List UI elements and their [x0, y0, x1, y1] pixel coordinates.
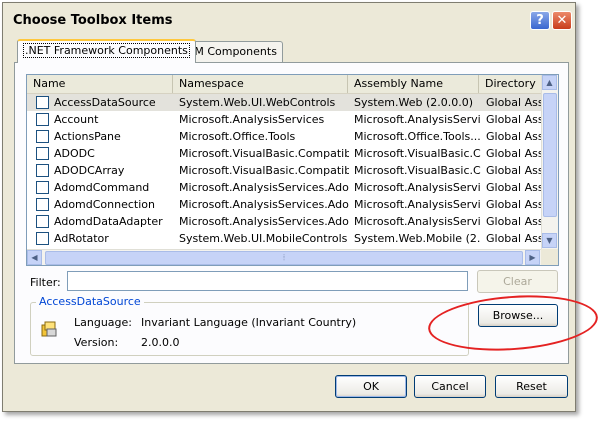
cell-directory: Global Ass: [486, 130, 541, 143]
column-header-name[interactable]: Name: [27, 75, 173, 93]
close-button[interactable]: ✕: [552, 11, 572, 30]
row-checkbox[interactable]: [36, 130, 49, 143]
cell-assembly: Microsoft.AnalysisServi...: [354, 215, 481, 228]
scroll-down-icon[interactable]: ▼: [542, 233, 557, 248]
row-checkbox[interactable]: [36, 198, 49, 211]
cell-directory: Global Ass: [486, 147, 541, 160]
components-list[interactable]: Name Namespace Assembly Name Directory A…: [26, 74, 559, 266]
scroll-up-icon[interactable]: ▲: [542, 75, 557, 90]
column-header-assembly-name[interactable]: Assembly Name: [348, 75, 479, 93]
cell-assembly: Microsoft.AnalysisServi...: [354, 181, 481, 194]
table-row[interactable]: ActionsPane Microsoft.Office.Tools Micro…: [27, 128, 541, 145]
cell-name: ActionsPane: [54, 130, 121, 143]
tab-label: .NET Framework Components: [23, 43, 190, 58]
filter-label: Filter:: [30, 276, 61, 289]
vertical-scroll-thumb[interactable]: [543, 93, 557, 217]
cell-namespace: Microsoft.AnalysisServices.Ado...: [179, 181, 349, 194]
column-header-directory[interactable]: Directory: [479, 75, 541, 93]
cell-namespace: Microsoft.AnalysisServices.Ado...: [179, 215, 349, 228]
cell-assembly: Microsoft.VisualBasic.C...: [354, 147, 481, 160]
vertical-scrollbar[interactable]: ▲ ▼: [541, 75, 558, 249]
horizontal-scrollbar[interactable]: ◀ ⦙ ▶: [27, 249, 541, 265]
cell-directory: Global Ass: [486, 232, 541, 245]
reset-button[interactable]: Reset: [495, 375, 568, 398]
cell-assembly: Microsoft.Office.Tools....: [354, 130, 481, 143]
cell-directory: Global Ass: [486, 198, 541, 211]
list-rows: AccessDataSource System.Web.UI.WebContro…: [27, 94, 541, 247]
table-row[interactable]: ADODCArray Microsoft.VisualBasic.Compati…: [27, 162, 541, 179]
cell-namespace: Microsoft.VisualBasic.Compatibi...: [179, 147, 349, 160]
ok-button[interactable]: OK: [335, 375, 407, 398]
cell-namespace: System.Web.UI.MobileControls: [179, 232, 348, 245]
version-label: Version:: [74, 336, 119, 349]
table-row[interactable]: AdRotator System.Web.UI.MobileControls S…: [27, 230, 541, 247]
help-button[interactable]: ?: [530, 11, 550, 30]
cell-directory: Global Ass: [486, 96, 541, 109]
language-label: Language:: [74, 316, 132, 329]
cell-name: Account: [54, 113, 99, 126]
column-header-namespace[interactable]: Namespace: [173, 75, 348, 93]
details-group-title: AccessDataSource: [36, 295, 144, 308]
row-checkbox[interactable]: [36, 113, 49, 126]
cell-directory: Global Ass: [486, 164, 541, 177]
tab-net-framework-components[interactable]: .NET Framework Components: [17, 39, 196, 63]
clear-button[interactable]: Clear: [477, 270, 558, 293]
cell-name: AdomdCommand: [54, 181, 150, 194]
table-row[interactable]: Account Microsoft.AnalysisServices Micro…: [27, 111, 541, 128]
cell-name: AdRotator: [54, 232, 109, 245]
title-bar: Choose Toolbox Items ? ✕: [3, 3, 575, 35]
cell-name: AdomdConnection: [54, 198, 155, 211]
cell-directory: Global Ass: [486, 113, 541, 126]
list-header: Name Namespace Assembly Name Directory: [27, 75, 541, 94]
row-checkbox[interactable]: [36, 147, 49, 160]
scroll-corner: [541, 249, 558, 265]
cell-directory: Global Ass: [486, 215, 541, 228]
cell-assembly: Microsoft.VisualBasic.C...: [354, 164, 481, 177]
table-row[interactable]: AdomdConnection Microsoft.AnalysisServic…: [27, 196, 541, 213]
cell-namespace: Microsoft.AnalysisServices.Ado...: [179, 198, 349, 211]
cell-name: AdomdDataAdapter: [54, 215, 163, 228]
cell-namespace: Microsoft.VisualBasic.Compatibi...: [179, 164, 349, 177]
version-value: 2.0.0.0: [141, 336, 180, 349]
table-row[interactable]: AccessDataSource System.Web.UI.WebContro…: [27, 94, 541, 111]
cell-assembly: Microsoft.AnalysisServi...: [354, 198, 481, 211]
horizontal-scroll-thumb[interactable]: ⦙: [45, 251, 523, 265]
row-checkbox[interactable]: [36, 215, 49, 228]
cell-namespace: Microsoft.Office.Tools: [179, 130, 296, 143]
cell-name: ADODC: [54, 147, 95, 160]
row-checkbox[interactable]: [36, 181, 49, 194]
cell-name: ADODCArray: [54, 164, 125, 177]
window-title: Choose Toolbox Items: [13, 13, 173, 28]
cell-assembly: System.Web (2.0.0.0): [354, 96, 474, 109]
table-row[interactable]: AdomdDataAdapter Microsoft.AnalysisServi…: [27, 213, 541, 230]
table-row[interactable]: AdomdCommand Microsoft.AnalysisServices.…: [27, 179, 541, 196]
cell-namespace: System.Web.UI.WebControls: [179, 96, 336, 109]
cancel-button[interactable]: Cancel: [414, 375, 486, 398]
cell-name: AccessDataSource: [54, 96, 156, 109]
row-checkbox[interactable]: [36, 96, 49, 109]
language-value: Invariant Language (Invariant Country): [141, 316, 357, 329]
cell-directory: Global Ass: [486, 181, 541, 194]
component-icon: [41, 321, 57, 337]
scroll-right-icon[interactable]: ▶: [525, 250, 540, 265]
scroll-left-icon[interactable]: ◀: [27, 250, 42, 265]
cell-assembly: System.Web.Mobile (2....: [354, 232, 481, 245]
filter-input[interactable]: [67, 271, 468, 291]
cell-assembly: Microsoft.AnalysisServi...: [354, 113, 481, 126]
row-checkbox[interactable]: [36, 164, 49, 177]
cell-namespace: Microsoft.AnalysisServices: [179, 113, 325, 126]
table-row[interactable]: ADODC Microsoft.VisualBasic.Compatibi...…: [27, 145, 541, 162]
row-checkbox[interactable]: [36, 232, 49, 245]
